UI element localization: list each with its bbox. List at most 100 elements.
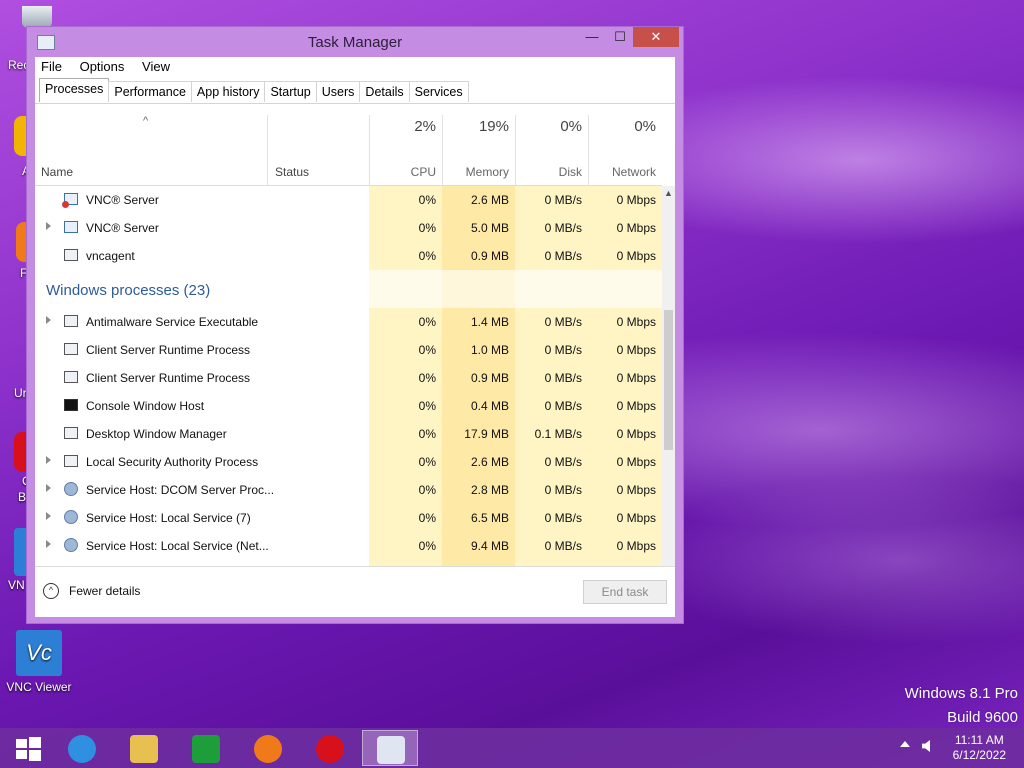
maximize-button[interactable]: ☐ — [605, 27, 635, 47]
desktop-edge-label: Ur — [14, 386, 27, 400]
vertical-scrollbar[interactable]: ▲ ▼ — [662, 186, 675, 596]
table-row[interactable]: Service Host: DCOM Server Proc... 0% 2.8 M… — [35, 476, 662, 504]
column-header-status[interactable]: Status — [267, 115, 369, 185]
taskbar-item[interactable] — [116, 730, 172, 766]
network-value: 0 Mbps — [616, 511, 656, 525]
expand-chevron-icon[interactable] — [46, 456, 51, 464]
table-row[interactable]: vncagent 0% 0.9 MB 0 MB/s 0 Mbps — [35, 242, 662, 270]
network-value: 0 Mbps — [616, 455, 656, 469]
disk-value: 0 MB/s — [544, 511, 582, 525]
expand-chevron-icon[interactable] — [46, 540, 51, 548]
menu-options[interactable]: Options — [80, 59, 125, 74]
network-total: 0% — [634, 118, 656, 135]
tray-overflow-icon[interactable] — [900, 741, 910, 747]
fewer-details-link[interactable]: Fewer details — [69, 584, 140, 598]
memory-total: 19% — [478, 118, 509, 135]
app-window-icon — [64, 427, 78, 439]
memory-value: 6.5 MB — [470, 511, 509, 525]
table-row[interactable]: Client Server Runtime Process 0% 0.9 MB 0 M… — [35, 364, 662, 392]
memory-value: 2.6 MB — [470, 193, 509, 207]
table-row[interactable]: VNC® Server 0% 2.6 MB 0 MB/s 0 Mbps — [35, 186, 662, 214]
task-manager-window: Task Manager — ☐ ✕ File Options View Pro… — [26, 26, 684, 624]
expand-chevron-icon[interactable] — [46, 512, 51, 520]
scroll-up-icon[interactable]: ▲ — [662, 188, 675, 198]
table-row[interactable]: Antimalware Service Executable 0% 1.4 MB 0 … — [35, 308, 662, 336]
menu-view[interactable]: View — [142, 59, 170, 74]
column-header-network[interactable]: 0% Network — [588, 115, 662, 185]
table-row[interactable]: Console Window Host 0% 0.4 MB 0 MB/s 0 Mbps — [35, 392, 662, 420]
taskbar-item[interactable] — [178, 730, 234, 766]
minimize-button[interactable]: — — [577, 27, 607, 47]
cpu-value: 0% — [418, 221, 436, 235]
disk-value: 0.1 MB/s — [534, 427, 582, 441]
gear-icon — [64, 482, 78, 496]
column-header: ^ Name Status 2% CPU 19% Memory 0% Disk … — [35, 115, 662, 186]
taskbar-item[interactable] — [0, 730, 56, 766]
memory-value: 1.4 MB — [470, 315, 509, 329]
tab-startup[interactable]: Startup — [264, 81, 317, 102]
memory-value: 0.9 MB — [470, 371, 509, 385]
cpu-value: 0% — [418, 511, 436, 525]
column-label-disk: Disk — [558, 165, 582, 179]
close-button[interactable]: ✕ — [633, 27, 679, 47]
taskbar-item[interactable] — [302, 730, 358, 766]
start-icon — [14, 735, 42, 763]
end-task-button[interactable]: End task — [583, 580, 667, 604]
tab-details[interactable]: Details — [359, 81, 410, 102]
firefox-icon — [254, 735, 282, 763]
network-value: 0 Mbps — [616, 315, 656, 329]
tab-performance[interactable]: Performance — [108, 81, 192, 102]
table-row[interactable]: Desktop Window Manager 0% 17.9 MB 0.1 MB/s 0… — [35, 420, 662, 448]
menu-file[interactable]: File — [41, 59, 62, 74]
desktop-edge-label: VN — [8, 578, 25, 592]
column-header-name[interactable]: ^ Name — [35, 115, 267, 185]
cpu-value: 0% — [418, 249, 436, 263]
expand-chevron-icon[interactable] — [46, 484, 51, 492]
disk-value: 0 MB/s — [544, 249, 582, 263]
network-value: 0 Mbps — [616, 249, 656, 263]
column-header-disk[interactable]: 0% Disk — [515, 115, 588, 185]
tab-users[interactable]: Users — [315, 81, 361, 102]
task-manager-icon — [377, 736, 405, 764]
taskbar-item[interactable] — [240, 730, 296, 766]
process-name: Client Server Runtime Process — [86, 371, 251, 385]
expand-chevron-icon[interactable] — [46, 316, 51, 324]
taskbar-item[interactable] — [54, 730, 110, 766]
network-value: 0 Mbps — [616, 221, 656, 235]
table-row[interactable]: Client Server Runtime Process 0% 1.0 MB 0 M… — [35, 336, 662, 364]
scroll-thumb[interactable] — [664, 310, 673, 450]
process-name: VNC® Server — [86, 221, 159, 235]
memory-value: 0.4 MB — [470, 399, 509, 413]
disk-value: 0 MB/s — [544, 343, 582, 357]
chevron-up-icon[interactable]: ^ — [43, 583, 59, 599]
column-header-memory[interactable]: 19% Memory — [442, 115, 515, 185]
desktop-icon-vnc-viewer[interactable]: Vc VNC Viewer — [4, 630, 74, 694]
tab-processes[interactable]: Processes — [39, 78, 110, 102]
process-name: Service Host: Local Service (7) — [86, 511, 251, 525]
table-row[interactable]: Local Security Authority Process 0% 2.6 MB… — [35, 448, 662, 476]
process-name: Service Host: DCOM Server Proc... — [86, 483, 275, 497]
footer-bar: ^ Fewer details End task — [35, 566, 675, 617]
disk-value: 0 MB/s — [544, 483, 582, 497]
table-row[interactable]: Service Host: Local Service (7) 0% 6.5 MB 0… — [35, 504, 662, 532]
volume-icon[interactable] — [922, 740, 930, 752]
tab-app-history[interactable]: App history — [190, 81, 266, 102]
expand-chevron-icon[interactable] — [46, 222, 51, 230]
gear-icon — [64, 538, 78, 552]
column-header-cpu[interactable]: 2% CPU — [369, 115, 442, 185]
table-row[interactable]: VNC® Server 0% 5.0 MB 0 MB/s 0 Mbps — [35, 214, 662, 242]
cpu-value: 0% — [418, 483, 436, 497]
memory-value: 9.4 MB — [470, 539, 509, 553]
recycle-bin-icon — [22, 6, 52, 28]
title-bar[interactable]: Task Manager — ☐ ✕ — [27, 27, 683, 57]
column-label-memory: Memory — [465, 165, 509, 179]
taskbar-item[interactable] — [362, 730, 418, 766]
tab-services[interactable]: Services — [408, 81, 469, 102]
table-row[interactable]: Service Host: Local Service (Net... 0% 9.4… — [35, 532, 662, 560]
gear-icon — [64, 510, 78, 524]
group-header[interactable]: Windows processes (23) — [35, 270, 662, 308]
cpu-value: 0% — [418, 371, 436, 385]
memory-value: 2.6 MB — [470, 455, 509, 469]
taskbar: 11:11 AM 6/12/2022 — [0, 728, 1024, 768]
system-clock[interactable]: 11:11 AM 6/12/2022 — [953, 733, 1006, 763]
